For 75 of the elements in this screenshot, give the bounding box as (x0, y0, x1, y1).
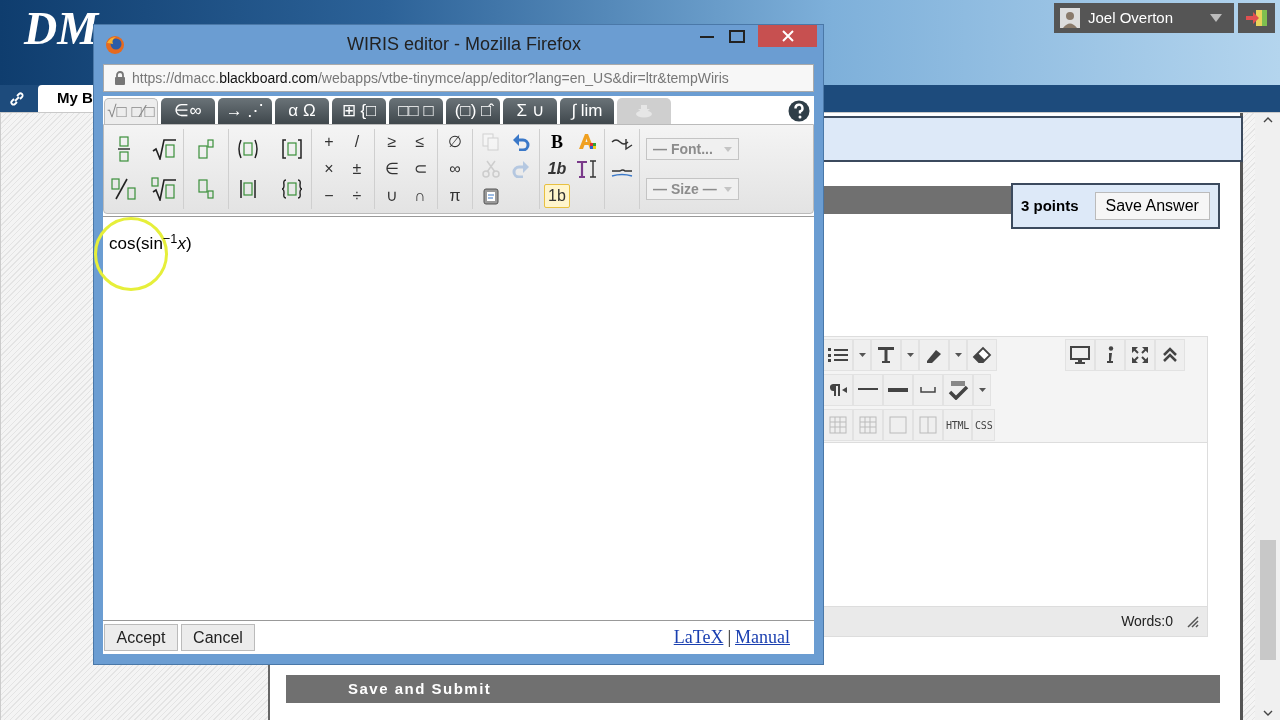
spell-check-icon[interactable] (943, 374, 973, 406)
symbol-button[interactable]: ≤ (409, 130, 431, 155)
help-link[interactable]: LaTeX (673, 624, 724, 651)
dialog-button[interactable]: Cancel (181, 624, 255, 651)
lock-icon (114, 71, 126, 85)
scroll-down-icon[interactable] (1262, 710, 1273, 716)
cell-icon[interactable] (883, 409, 913, 441)
word-count: Words:0 (1121, 612, 1173, 631)
submit-bar-title: Save and Submit (348, 678, 492, 699)
style-button[interactable]: 1b (544, 157, 570, 181)
text-style-icon[interactable] (871, 339, 901, 371)
style-button[interactable]: B (544, 130, 570, 155)
symbol-button[interactable]: ∈ (381, 157, 403, 181)
symbol-button[interactable]: / (346, 130, 368, 155)
help-icon[interactable] (788, 100, 810, 122)
formula: cos(sin$^{−1}$x) (109, 231, 192, 255)
split-cell-icon[interactable] (913, 409, 943, 441)
html-toolbar-button[interactable]: HTML (943, 409, 973, 441)
caret-icon (724, 186, 732, 192)
palette-tab[interactable]: ∈∞ (161, 98, 215, 124)
symbol-button[interactable]: − (318, 183, 340, 208)
palette-tab[interactable]: α Ω (275, 98, 329, 124)
points-label: 3 points (1021, 195, 1079, 216)
symbol-button[interactable]: ∩ (409, 183, 431, 208)
monitor-icon[interactable] (1065, 339, 1095, 371)
palette-tab[interactable]: □□ □ (389, 98, 443, 124)
save-answer-button[interactable]: Save Answer (1094, 192, 1210, 220)
caret-icon (1210, 14, 1222, 22)
eraser-icon[interactable] (967, 339, 997, 371)
close-button[interactable] (758, 25, 817, 47)
user-name: Joel Overton (1088, 7, 1174, 28)
collapse-icon[interactable] (1155, 339, 1185, 371)
logout-button[interactable] (1238, 3, 1275, 33)
symbol-button[interactable]: ∞ (444, 157, 466, 181)
scroll-up-icon[interactable] (1262, 117, 1273, 123)
space-icon[interactable] (913, 374, 943, 406)
site-logo: DM (24, 6, 99, 52)
palette-tab[interactable]: ∫ lim (560, 98, 614, 124)
help-link[interactable]: Manual (735, 624, 790, 651)
link-separator: | (727, 626, 731, 649)
symbol-button[interactable]: × (318, 157, 340, 181)
window-title: WIRIS editor - Mozilla Firefox (347, 33, 582, 56)
symbol-button[interactable]: π (444, 183, 466, 208)
html-toolbar-button[interactable]: CSS (972, 409, 996, 441)
table-icon[interactable] (823, 409, 853, 441)
palette-tab[interactable]: → ⋰ (218, 98, 272, 124)
palette-tab[interactable]: Σ ∪ (503, 98, 557, 124)
info-icon[interactable] (1095, 339, 1125, 371)
formula-area[interactable]: cos(sin$^{−1}$x) (103, 216, 814, 621)
close-icon (781, 30, 794, 42)
style-button[interactable]: 1b (544, 183, 570, 208)
dialog-button[interactable]: Accept (104, 624, 178, 651)
user-menu[interactable]: Joel Overton (1054, 3, 1234, 33)
caret-icon (724, 146, 732, 152)
exit-icon (1244, 8, 1269, 28)
paragraph-direction-icon[interactable] (823, 374, 853, 406)
resize-grip-icon[interactable] (1187, 615, 1199, 628)
fullscreen-icon[interactable] (1125, 339, 1155, 371)
url-text: https://dmacc.blackboard.com/webapps/vtbe-tinymce/app/editor?lang=en_US&dir=ltr&tempWiris (132, 68, 729, 88)
symbol-button[interactable]: + (318, 130, 340, 155)
scroll-thumb[interactable] (1259, 540, 1276, 660)
link-icon[interactable] (10, 92, 24, 106)
symbol-button[interactable]: ∪ (381, 183, 403, 208)
browser-icon (105, 34, 125, 55)
symbol-button[interactable]: ± (346, 157, 368, 181)
symbol-button[interactable]: ÷ (346, 183, 368, 208)
symbol-button[interactable]: ≥ (381, 130, 403, 155)
highlighter-icon[interactable] (919, 339, 949, 371)
palette-tab[interactable]: ⊞ {□ (332, 98, 386, 124)
symbol-button[interactable]: ∅ (444, 130, 466, 155)
scrollbar[interactable] (1255, 113, 1280, 720)
address-bar[interactable]: https://dmacc.blackboard.com/webapps/vtbe-tinymce/app/editor?lang=en_US&dir=ltr&tempWiris (103, 64, 814, 92)
palette-tab[interactable]: (□) □̂ (446, 98, 500, 124)
symbol-button[interactable]: ⊂ (409, 157, 431, 181)
avatar-icon (1060, 8, 1080, 28)
